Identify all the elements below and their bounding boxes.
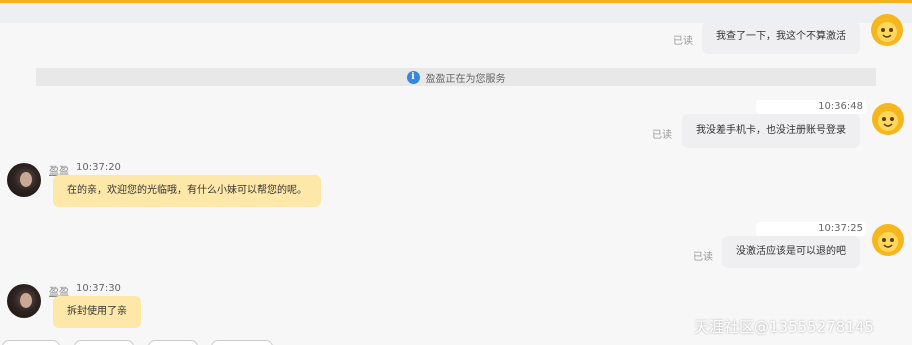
service-notice: i 盈盈正在为您服务 — [36, 68, 876, 86]
header-strip — [0, 3, 912, 23]
message-time: 10:37:25 — [756, 222, 866, 236]
info-icon: i — [406, 70, 420, 84]
message-time: 10:36:48 — [756, 100, 866, 114]
agent-avatar — [7, 284, 41, 318]
chat-bubble-self: 没激活应该是可以退的吧 — [722, 236, 860, 268]
read-status: 已读 — [693, 252, 713, 263]
suning-lion-avatar-icon — [871, 14, 903, 46]
chat-bubble-other: 在的亲，欢迎您的光临哦，有什么小妹可以帮您的呢。 — [53, 175, 321, 207]
watermark: 天涯社区@13555278145 — [694, 318, 874, 336]
message-time: 10:37:20 — [76, 162, 121, 173]
service-notice-text: 盈盈正在为您服务 — [425, 73, 506, 85]
quick-reply-button[interactable] — [211, 340, 273, 345]
suning-lion-avatar-icon — [872, 103, 904, 135]
quick-reply-button[interactable] — [2, 340, 60, 345]
chat-bubble-self: 我查了一下，我这个不算激活 — [702, 22, 860, 54]
message-time: 10:37:30 — [76, 283, 121, 294]
suning-lion-avatar-icon — [872, 224, 904, 256]
read-status: 已读 — [673, 36, 693, 47]
agent-avatar — [7, 163, 41, 197]
quick-reply-button[interactable] — [74, 340, 134, 345]
quick-reply-button[interactable] — [148, 340, 198, 345]
read-status: 已读 — [652, 130, 672, 141]
chat-bubble-other: 拆封使用了亲 — [53, 296, 141, 328]
chat-bubble-self: 我没差手机卡，也没注册账号登录 — [682, 114, 860, 148]
